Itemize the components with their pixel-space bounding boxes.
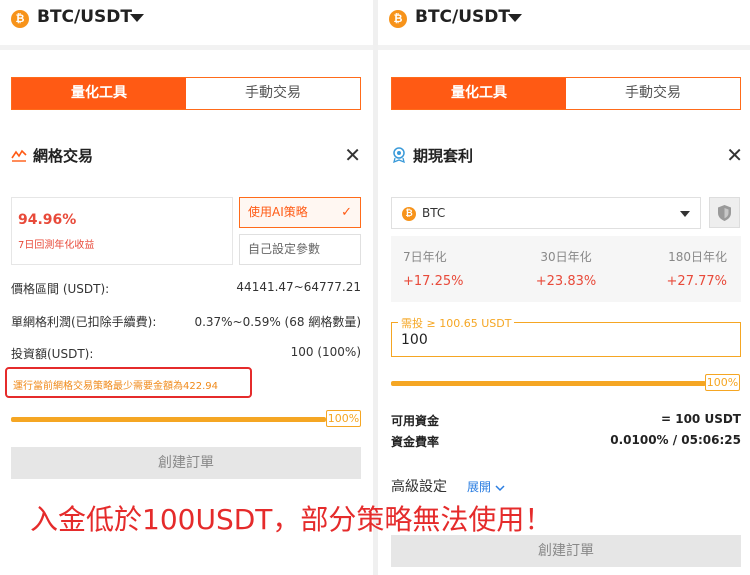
yield-label: 7日回測年化收益 xyxy=(18,240,95,251)
yield-value: 94.96% xyxy=(18,212,77,228)
pair-title[interactable]: BTC/USDT xyxy=(37,7,132,27)
strategy-title: 網格交易 xyxy=(33,147,94,165)
rate-7d-value: +17.25% xyxy=(403,274,464,289)
investment-progress-bar[interactable] xyxy=(11,417,326,422)
available-funds-label: 可用資金 xyxy=(391,414,440,428)
funding-rate-label: 資金費率 xyxy=(391,435,440,449)
arbitrage-panel: ₿ BTC/USDT 量化工具 手動交易 期現套利 ✕ ₿ BTC 7日年化 +… xyxy=(378,0,750,575)
investment-input-legend: 需投 ≥ 100.65 USDT xyxy=(398,315,515,331)
shield-icon xyxy=(718,205,731,221)
pair-title[interactable]: BTC/USDT xyxy=(415,7,510,27)
min-amount-warning-text: 運行當前網格交易策略最少需要金額為422.94 xyxy=(13,381,218,392)
coin-select[interactable]: ₿ BTC xyxy=(391,197,701,229)
pair-header[interactable]: ₿ BTC/USDT xyxy=(0,0,373,50)
available-funds-value: = 100 USDT xyxy=(661,412,741,426)
caret-down-icon[interactable] xyxy=(508,14,522,22)
rate-180d: 180日年化 +27.77% xyxy=(625,236,741,302)
arbitrage-icon xyxy=(393,147,405,163)
expand-link[interactable]: 展開 xyxy=(467,478,505,495)
annualized-rates: 7日年化 +17.25% 30日年化 +23.83% 180日年化 +27.77… xyxy=(391,236,741,302)
price-range-value: 44141.47~64777.21 xyxy=(236,280,361,294)
funding-rate-value: 0.0100% / 05:06:25 xyxy=(610,433,741,447)
grid-profit-value: 0.37%~0.59% (68 網格數量) xyxy=(194,315,361,329)
shield-button[interactable] xyxy=(709,197,740,228)
strategy-title: 期現套利 xyxy=(413,147,474,165)
strategy-header: 期現套利 ✕ xyxy=(391,143,743,167)
chevron-down-icon xyxy=(495,484,505,491)
coin-select-value: BTC xyxy=(422,206,446,220)
tab-quant-tools[interactable]: 量化工具 xyxy=(392,78,566,109)
progress-percent-badge[interactable]: 100% xyxy=(326,410,361,427)
rate-180d-value: +27.77% xyxy=(666,274,727,289)
tab-manual-trade[interactable]: 手動交易 xyxy=(566,78,740,109)
investment-input-value[interactable]: 100 xyxy=(401,332,428,348)
create-order-button[interactable]: 創建訂單 xyxy=(391,535,741,567)
use-ai-strategy-label: 使用AI策略 xyxy=(248,205,308,219)
price-range-label: 價格區間 (USDT): xyxy=(11,282,110,296)
mode-tabs: 量化工具 手動交易 xyxy=(391,77,741,110)
rate-30d-value: +23.83% xyxy=(535,274,597,289)
create-order-button[interactable]: 創建訂單 xyxy=(11,447,361,479)
tab-manual-trade[interactable]: 手動交易 xyxy=(186,78,360,109)
rate-7d: 7日年化 +17.25% xyxy=(391,236,507,302)
advanced-settings-label: 高級設定 xyxy=(391,479,447,495)
grid-trading-panel: ₿ BTC/USDT 量化工具 手動交易 網格交易 ✕ 94.96% 7日回測年… xyxy=(0,0,373,575)
grid-trading-icon xyxy=(11,149,27,162)
mode-tabs: 量化工具 手動交易 xyxy=(11,77,361,110)
custom-params-button[interactable]: 自己設定參數 xyxy=(239,234,361,265)
pair-header[interactable]: ₿ BTC/USDT xyxy=(378,0,750,50)
btc-coin-icon: ₿ xyxy=(11,10,29,28)
caret-down-icon[interactable] xyxy=(130,14,144,22)
check-icon: ✓ xyxy=(341,205,352,220)
caret-down-icon xyxy=(680,211,690,217)
rate-30d-label: 30日年化 xyxy=(540,250,592,264)
investment-progress-bar[interactable] xyxy=(391,381,706,386)
rate-180d-label: 180日年化 xyxy=(668,250,727,264)
deposit-warning-banner: 入金低於100USDT，部分策略無法使用！ xyxy=(30,503,553,536)
grid-profit-label: 單網格利潤(已扣除手續費): xyxy=(11,315,157,329)
use-ai-strategy-button[interactable]: 使用AI策略 ✓ xyxy=(239,197,361,228)
expand-label: 展開 xyxy=(467,480,492,494)
tab-quant-tools[interactable]: 量化工具 xyxy=(12,78,186,109)
min-amount-warning: 運行當前網格交易策略最少需要金額為422.94 xyxy=(5,367,252,398)
close-icon[interactable]: ✕ xyxy=(344,143,361,167)
investment-label: 投資額(USDT): xyxy=(11,347,94,361)
strategy-header: 網格交易 ✕ xyxy=(11,143,361,167)
investment-value: 100 (100%) xyxy=(290,345,361,359)
btc-coin-icon: ₿ xyxy=(402,207,416,221)
close-icon[interactable]: ✕ xyxy=(726,143,743,167)
investment-input[interactable]: 需投 ≥ 100.65 USDT 100 xyxy=(391,315,741,357)
yield-card: 94.96% 7日回測年化收益 xyxy=(11,197,233,265)
btc-coin-icon: ₿ xyxy=(389,10,407,28)
rate-30d: 30日年化 +23.83% xyxy=(508,236,624,302)
rate-7d-label: 7日年化 xyxy=(403,250,447,264)
progress-percent-badge[interactable]: 100% xyxy=(705,374,740,391)
